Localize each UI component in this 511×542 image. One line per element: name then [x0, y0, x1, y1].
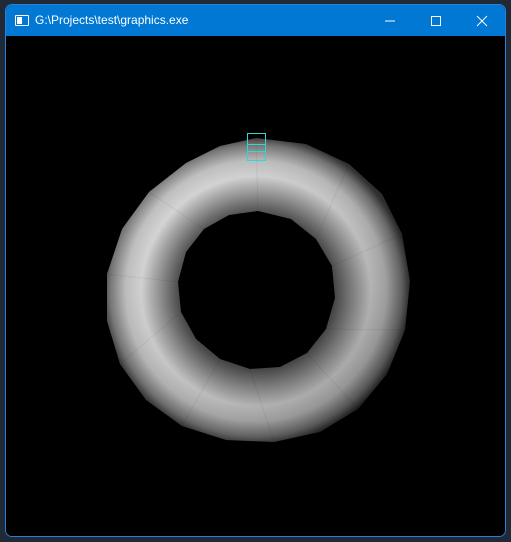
render-canvas[interactable]	[6, 36, 505, 536]
minimize-button[interactable]	[367, 5, 413, 36]
window-app-icon	[15, 15, 29, 26]
title-bar[interactable]: G:\Projects\test\graphics.exe	[6, 5, 505, 36]
minimize-icon	[385, 20, 395, 21]
close-button[interactable]	[459, 5, 505, 36]
close-icon	[476, 15, 488, 26]
app-window: G:\Projects\test\graphics.exe	[5, 4, 506, 537]
window-title: G:\Projects\test\graphics.exe	[35, 13, 189, 27]
render-viewport[interactable]	[6, 36, 505, 536]
torus-mesh	[106, 137, 410, 443]
maximize-button[interactable]	[413, 5, 459, 36]
maximize-icon	[431, 15, 441, 26]
